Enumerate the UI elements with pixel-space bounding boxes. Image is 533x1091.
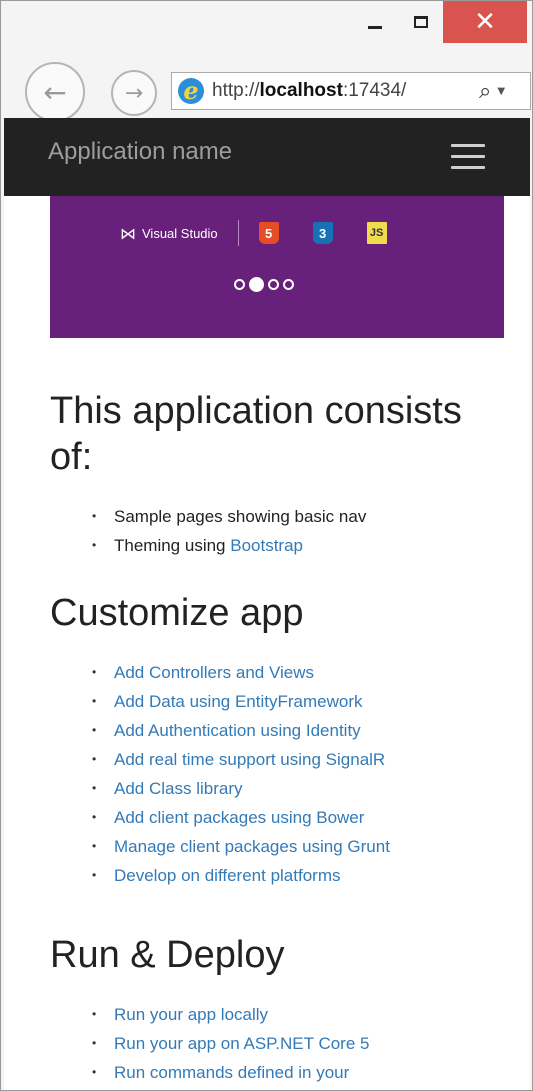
customize-link[interactable]: Add client packages using Bower <box>114 808 364 827</box>
app-feature-list: Sample pages showing basic nav Theming u… <box>50 502 510 560</box>
customize-link[interactable]: Add real time support using SignalR <box>114 750 385 769</box>
html5-icon: 5 <box>258 222 279 244</box>
list-item: Sample pages showing basic nav <box>50 502 510 531</box>
menu-toggle-icon[interactable] <box>451 144 485 170</box>
carousel-dot[interactable] <box>268 279 279 290</box>
run-link[interactable]: Run your app locally <box>114 1005 268 1024</box>
visual-studio-icon: ⋈ <box>120 223 136 243</box>
logo-divider <box>237 220 239 246</box>
list-item: Manage client packages using Grunt <box>50 832 510 861</box>
forward-arrow-icon: → <box>124 80 144 106</box>
site-navbar: Application name <box>4 118 530 196</box>
javascript-icon: JS <box>366 222 387 244</box>
list-item: Add real time support using SignalR <box>50 745 510 774</box>
section-heading-customize: Customize app <box>50 592 304 634</box>
list-item: Run commands defined in your <box>50 1058 510 1087</box>
visual-studio-label: Visual Studio <box>142 225 218 241</box>
brand-link[interactable]: Application name <box>48 138 232 166</box>
customize-link-list: Add Controllers and Views Add Data using… <box>50 658 510 890</box>
page-viewport: Application name ⋈ Visual Studio 5 3 JS … <box>4 118 530 1090</box>
close-icon: ✕ <box>474 7 496 37</box>
customize-link[interactable]: Develop on different platforms <box>114 866 340 885</box>
address-row: ← → e http://localhost:17434/ ⌕ ▼ <box>1 56 532 122</box>
customize-link[interactable]: Add Class library <box>114 779 243 798</box>
carousel-logos: ⋈ Visual Studio 5 3 JS <box>120 220 387 246</box>
carousel-dot[interactable] <box>234 279 245 290</box>
list-item: Add Controllers and Views <box>50 658 510 687</box>
carousel-dot[interactable] <box>283 279 294 290</box>
carousel-dot[interactable] <box>249 277 264 292</box>
css3-icon: 3 <box>312 222 333 244</box>
list-item: Run your app locally <box>50 1000 510 1029</box>
search-icon[interactable]: ⌕ <box>479 79 491 104</box>
run-link[interactable]: Run commands defined in your <box>114 1063 349 1082</box>
internet-explorer-icon: e <box>178 78 204 104</box>
back-arrow-icon: ← <box>43 75 67 109</box>
customize-link[interactable]: Add Controllers and Views <box>114 663 314 682</box>
address-bar[interactable]: e http://localhost:17434/ ⌕ ▼ <box>171 72 531 110</box>
carousel-banner[interactable]: ⋈ Visual Studio 5 3 JS <box>50 196 504 338</box>
customize-link[interactable]: Add Authentication using Identity <box>114 721 361 740</box>
section-heading-app: This application consists of: <box>50 390 462 478</box>
title-bar: ✕ <box>1 1 532 56</box>
bootstrap-link[interactable]: Bootstrap <box>230 536 303 555</box>
dropdown-arrow-icon[interactable]: ▼ <box>497 86 505 97</box>
list-item: Add Authentication using Identity <box>50 716 510 745</box>
list-item: Add Class library <box>50 774 510 803</box>
customize-link[interactable]: Add Data using EntityFramework <box>114 692 363 711</box>
run-deploy-link-list: Run your app locally Run your app on ASP… <box>50 1000 510 1087</box>
run-link[interactable]: Run your app on ASP.NET Core 5 <box>114 1034 369 1053</box>
browser-window: ✕ ← → e http://localhost:17434/ ⌕ ▼ Appl… <box>0 0 533 1091</box>
close-button[interactable]: ✕ <box>443 1 527 43</box>
forward-button[interactable]: → <box>111 70 157 116</box>
main-content: This application consists of: Sample pag… <box>50 338 510 1087</box>
list-item: Develop on different platforms <box>50 861 510 890</box>
list-item: Add Data using EntityFramework <box>50 687 510 716</box>
url-text[interactable]: http://localhost:17434/ <box>212 80 477 102</box>
maximize-button[interactable] <box>399 1 443 43</box>
list-item: Theming using Bootstrap <box>50 531 510 560</box>
back-button[interactable]: ← <box>25 62 85 122</box>
minimize-button[interactable] <box>353 1 397 43</box>
carousel-indicators <box>234 277 294 292</box>
section-heading-run-deploy: Run & Deploy <box>50 934 285 976</box>
list-item: Run your app on ASP.NET Core 5 <box>50 1029 510 1058</box>
list-item: Add client packages using Bower <box>50 803 510 832</box>
customize-link[interactable]: Manage client packages using Grunt <box>114 837 390 856</box>
